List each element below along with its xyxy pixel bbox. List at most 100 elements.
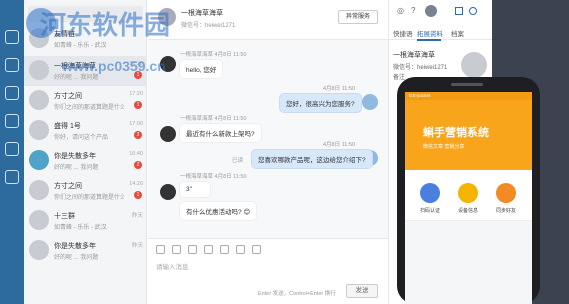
phone-mockup: GS-pocket 蝌手营销系统 微信文章 营销分享 扫码认证 设备信息 同步好… xyxy=(397,77,540,304)
device-info-label: 设备信息 xyxy=(457,208,478,214)
message-bubble: 最近有什么新款上架吗? xyxy=(180,124,261,142)
avatar[interactable] xyxy=(425,5,437,17)
list-item-preview: 好的呢 ... 我问题 xyxy=(54,255,99,261)
scan-icon xyxy=(420,183,440,203)
list-item-time: 昨天 xyxy=(131,243,143,249)
tag-icon[interactable] xyxy=(5,170,19,184)
read-status: 已读 xyxy=(232,158,244,164)
avatar-icon[interactable] xyxy=(5,30,19,44)
list-item-time: 17:00 xyxy=(129,121,143,127)
watermark-title: 河东软件园 xyxy=(40,11,171,41)
list-item-preview: 你们之间的那道算题是什么 xyxy=(54,195,124,201)
avatar xyxy=(362,94,378,110)
unread-badge: 2 xyxy=(134,161,142,169)
sync-icon xyxy=(496,183,516,203)
message-meta: 一根海草海草 4月8日 11:50 xyxy=(180,52,247,58)
folder-icon[interactable] xyxy=(188,245,197,254)
message-bubble: 您喜欢哪款产品呢，这边给您介绍下? xyxy=(252,150,372,168)
list-item-preview: 你好，请问这个产品 xyxy=(54,135,109,141)
avatar xyxy=(29,150,49,170)
list-item[interactable]: 方寸之间 你们之间的那道算题是什么 14:20 1 xyxy=(24,176,147,206)
service-status-select[interactable]: 异常服务 xyxy=(338,10,378,24)
edit-icon[interactable] xyxy=(455,7,463,15)
video-icon[interactable] xyxy=(220,245,229,254)
list-item[interactable]: 十三群如青峰 - 乐乐 - 武汉 昨天 xyxy=(24,206,147,236)
list-item[interactable]: 你是失散多年 好的呢 ... 我问题 昨天 xyxy=(24,236,147,266)
device-icon xyxy=(458,183,478,203)
send-button[interactable]: 发送 xyxy=(346,284,378,298)
contact-wechat-id: 微信号：heiwei1271 xyxy=(393,65,448,71)
phone-app-title: 蝌手营销系统 xyxy=(423,127,489,139)
message-meta: 一根海草海草 4月8日 11:50 xyxy=(180,174,247,180)
image-icon[interactable] xyxy=(172,245,181,254)
scan-auth-button[interactable]: 扫码认证 xyxy=(415,183,445,214)
phone-status-bar: GS-pocket xyxy=(405,92,532,100)
phone-speaker xyxy=(451,83,483,86)
user-icon[interactable] xyxy=(5,142,19,156)
list-item-name: 方寸之间 xyxy=(54,183,82,190)
circle-icon[interactable] xyxy=(5,114,19,128)
help-icon[interactable]: ? xyxy=(411,6,415,15)
chat-title: 一根海草海草 xyxy=(181,10,223,17)
notification-icon[interactable]: ◎ xyxy=(397,6,404,15)
sync-friends-label: 同步好友 xyxy=(495,208,516,214)
device-info-button[interactable]: 设备信息 xyxy=(453,183,483,214)
scan-auth-label: 扫码认证 xyxy=(419,208,440,214)
sync-friends-button[interactable]: 同步好友 xyxy=(491,183,521,214)
avatar xyxy=(29,240,49,260)
avatar xyxy=(160,184,176,200)
contact-name: 一根海草海草 xyxy=(393,52,435,59)
list-item-preview: 好的呢 ... 我问题 xyxy=(54,165,99,171)
link-icon[interactable] xyxy=(204,245,213,254)
unread-badge: 1 xyxy=(134,191,142,199)
sidebar-tabs: 快捷语 拓展资料 档案 xyxy=(389,26,493,41)
contacts-icon[interactable] xyxy=(5,86,19,100)
phone-app-subtitle: 微信文章 营销分享 xyxy=(423,144,465,150)
phone-banner: 蝌手营销系统 微信文章 营销分享 xyxy=(405,100,532,179)
list-item-time: 16:40 xyxy=(129,151,143,157)
message-meta: 4月8日 11:50 xyxy=(323,86,356,92)
settings-icon[interactable] xyxy=(469,7,477,15)
left-nav xyxy=(0,0,24,304)
list-item-name: 方寸之间 xyxy=(54,93,82,100)
chat-panel: 一根海草海草 微信号：heiwei1271 异常服务 一根海草海草 4月8日 1… xyxy=(148,0,388,304)
list-item-preview: 如青峰 - 乐乐 - 武汉 xyxy=(54,225,107,231)
list-item-name: 盛得 1号 xyxy=(54,123,81,130)
tab-archive[interactable]: 档案 xyxy=(451,28,464,38)
list-item-name: 你是失散多年 xyxy=(54,243,96,250)
mic-icon[interactable] xyxy=(236,245,245,254)
avatar xyxy=(160,126,176,142)
tab-profile[interactable]: 拓展资料 xyxy=(417,28,443,38)
message-meta: 4月8日 11:50 xyxy=(323,142,356,148)
avatar xyxy=(29,90,49,110)
unread-badge: 3 xyxy=(134,131,142,139)
tab-indicator xyxy=(417,39,441,41)
list-item-preview: 你们之间的那道算题是什么 xyxy=(54,105,124,111)
message-bubble: hello, 您好 xyxy=(180,60,223,78)
chat-subtitle: 微信号：heiwei1271 xyxy=(181,23,236,29)
list-item-time: 昨天 xyxy=(131,213,143,219)
list-item-name: 十三群 xyxy=(54,213,75,220)
sidebar-toolbar: ◎ ? xyxy=(389,0,493,24)
watermark-url: www.pc0359.cn xyxy=(62,58,166,74)
message-bubble: 您好，很高兴为您服务? xyxy=(280,94,361,112)
list-item[interactable]: 盛得 1号你好，请问这个产品 17:00 3 xyxy=(24,116,147,146)
conversation-list: 友情链 如青峰 - 乐乐 - 武汉 一根海草海草 好的呢 ... 我问题 17:20 1… xyxy=(24,0,147,304)
voice-message[interactable]: 3'' xyxy=(180,182,210,197)
chat-icon[interactable] xyxy=(5,58,19,72)
list-item-name: 你是失散多年 xyxy=(54,153,96,160)
chat-header: 一根海草海草 微信号：heiwei1271 异常服务 xyxy=(148,0,388,40)
card-icon[interactable] xyxy=(252,245,261,254)
avatar xyxy=(29,60,49,80)
input-bar: 请输入消息 Enter 发送，Control+Enter 换行 发送 xyxy=(148,238,388,304)
list-item[interactable]: 方寸之间你们之间的那道算题是什么 17:20 1 xyxy=(24,86,147,116)
phone-screen: GS-pocket 蝌手营销系统 微信文章 营销分享 扫码认证 设备信息 同步好… xyxy=(405,92,532,304)
list-item[interactable]: 你是失散多年 好的呢 ... 我问题 16:40 2 xyxy=(24,146,147,176)
carousel-dots xyxy=(461,166,477,179)
message-input[interactable]: 请输入消息 xyxy=(156,261,189,271)
unread-badge: 1 xyxy=(134,101,142,109)
avatar xyxy=(29,180,49,200)
tab-quick-reply[interactable]: 快捷语 xyxy=(393,28,413,38)
list-item-time: 17:20 xyxy=(129,91,143,97)
emoji-icon[interactable] xyxy=(156,245,165,254)
